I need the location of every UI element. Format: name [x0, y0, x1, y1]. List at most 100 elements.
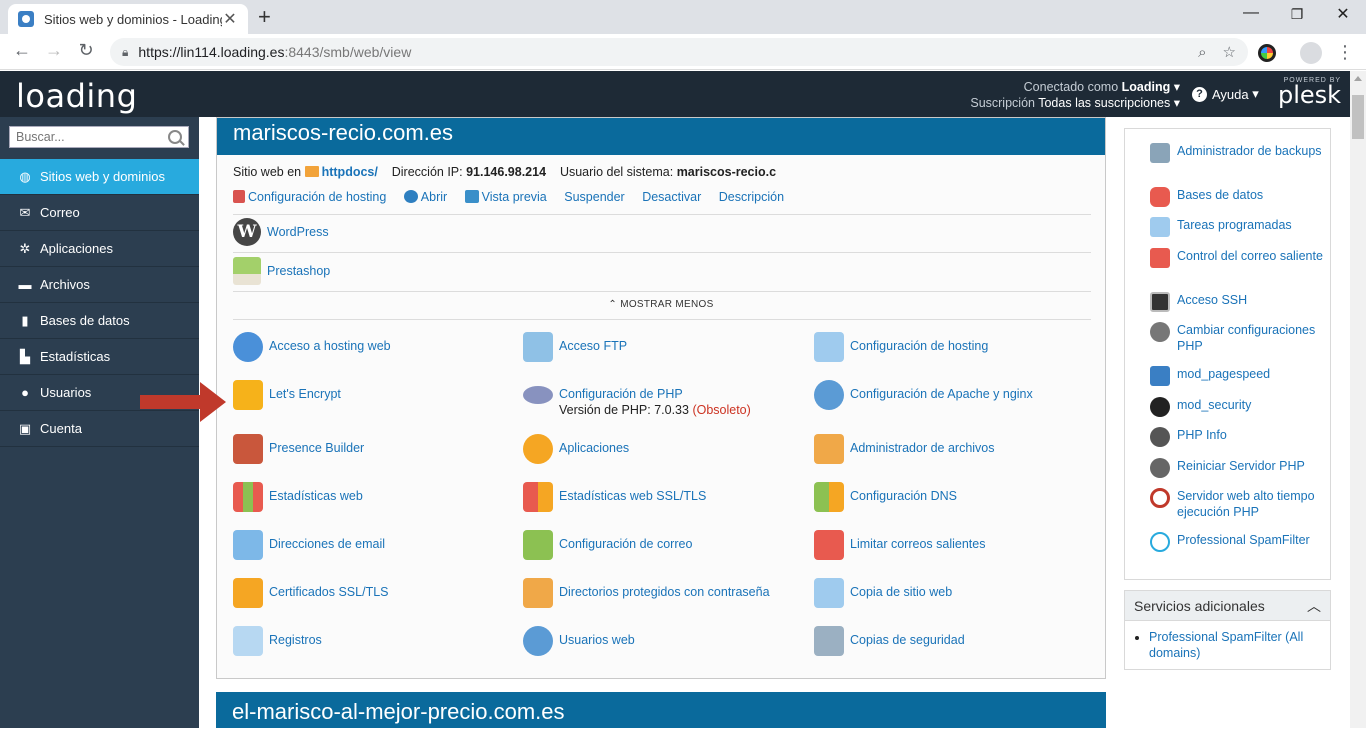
- tool-web-statistics-ssl[interactable]: Estadísticas web SSL/TLS: [523, 482, 706, 512]
- description-link[interactable]: Descripción: [719, 190, 784, 204]
- tool-lets-encrypt[interactable]: Let's Encrypt: [233, 380, 341, 410]
- plesk-logo: POWERED BY plesk: [1278, 77, 1342, 109]
- extension-icon[interactable]: [1258, 44, 1276, 62]
- subscription-menu[interactable]: Todas las suscripciones ▾: [1038, 96, 1180, 110]
- url-text: https://lin114.loading.es:8443/smb/web/v…: [138, 44, 412, 60]
- deactivate-link[interactable]: Desactivar: [642, 190, 701, 204]
- browser-tab[interactable]: Sitios web y dominios - Loading ✕: [8, 4, 248, 34]
- url-bar[interactable]: 🔒︎ https://lin114.loading.es:8443/smb/we…: [110, 38, 1248, 66]
- right-item-outgoing-mail-control[interactable]: Control del correo saliente: [1150, 248, 1330, 268]
- user-icon: ●: [21, 384, 29, 400]
- app-wordpress[interactable]: W WordPress: [233, 218, 329, 246]
- tool-web-hosting-access[interactable]: Acceso a hosting web: [233, 332, 391, 362]
- httpdocs-link[interactable]: httpdocs/: [322, 165, 378, 179]
- maximize-icon[interactable]: ❐: [1274, 6, 1320, 23]
- sidebar-item-mail[interactable]: ✉ Correo: [0, 195, 199, 231]
- limit-outgoing-mail-icon: [814, 530, 844, 560]
- zoom-icon[interactable]: ⌕: [1198, 44, 1206, 61]
- sidebar-search[interactable]: [9, 126, 189, 148]
- logs-icon: [233, 626, 263, 656]
- back-icon[interactable]: ←: [10, 40, 34, 61]
- backups-icon: [814, 626, 844, 656]
- hosting-settings-link[interactable]: Configuración de hosting: [233, 190, 386, 204]
- right-item-databases[interactable]: Bases de datos: [1150, 187, 1330, 207]
- tool-email-addresses[interactable]: Direcciones de email: [233, 530, 385, 560]
- right-item-php-timeout[interactable]: Servidor web alto tiempo ejecución PHP: [1150, 488, 1330, 520]
- sidebar-item-applications[interactable]: ✲ Aplicaciones: [0, 231, 199, 267]
- address-toolbar: ← → ↻ 🔒︎ https://lin114.loading.es:8443/…: [0, 34, 1366, 70]
- divider: [233, 291, 1091, 292]
- right-item-scheduled-tasks[interactable]: Tareas programadas: [1150, 217, 1330, 237]
- domain-title-2[interactable]: el-marisco-al-mejor-precio.com.es: [216, 692, 1106, 728]
- profile-avatar[interactable]: [1300, 42, 1322, 64]
- tool-ssl-certificates[interactable]: Certificados SSL/TLS: [233, 578, 389, 608]
- preview-link[interactable]: Vista previa: [464, 190, 547, 204]
- new-tab-icon[interactable]: +: [258, 6, 271, 28]
- tool-applications[interactable]: Aplicaciones: [523, 434, 629, 464]
- tool-web-statistics[interactable]: Estadísticas web: [233, 482, 363, 512]
- tool-hosting-settings[interactable]: Configuración de hosting: [814, 332, 988, 362]
- open-link[interactable]: Abrir: [403, 190, 447, 204]
- email-addresses-icon: [233, 530, 263, 560]
- tool-mail-settings[interactable]: Configuración de correo: [523, 530, 692, 560]
- forward-icon[interactable]: →: [42, 40, 66, 61]
- scroll-up-icon[interactable]: [1354, 76, 1362, 81]
- tool-dns-settings[interactable]: Configuración DNS: [814, 482, 957, 512]
- additional-services-header[interactable]: Servicios adicionales ︿: [1125, 591, 1330, 621]
- right-item-backup-manager[interactable]: Administrador de backups: [1150, 143, 1330, 163]
- tool-ftp-access[interactable]: Acceso FTP: [523, 332, 627, 362]
- chevron-up-icon[interactable]: ︿: [1307, 591, 1321, 620]
- tool-web-users[interactable]: Usuarios web: [523, 626, 635, 656]
- close-window-icon[interactable]: ✕: [1320, 4, 1366, 24]
- search-input[interactable]: [16, 130, 168, 144]
- sidebar-item-files[interactable]: ▬ Archivos: [0, 267, 199, 303]
- page-scrollbar[interactable]: [1350, 71, 1366, 728]
- website-copy-icon: [814, 578, 844, 608]
- minimize-icon[interactable]: —: [1228, 4, 1274, 22]
- right-item-mod-security[interactable]: mod_security: [1150, 397, 1330, 417]
- search-icon[interactable]: [168, 130, 182, 144]
- site-favicon-icon: [18, 11, 34, 27]
- domain-info: Sitio web en httpdocs/ Dirección IP: 91.…: [233, 165, 777, 179]
- right-item-ssh-access[interactable]: Acceso SSH: [1150, 292, 1330, 312]
- tool-presence-builder[interactable]: Presence Builder: [233, 434, 364, 464]
- domain-title[interactable]: mariscos-recio.com.es: [217, 118, 1105, 155]
- right-item-spamfilter[interactable]: Professional SpamFilter: [1150, 532, 1330, 552]
- tool-protected-directories[interactable]: Directorios protegidos con contraseña: [523, 578, 770, 608]
- spamfilter-all-domains-link[interactable]: Professional SpamFilter (All domains): [1149, 630, 1303, 660]
- tool-logs[interactable]: Registros: [233, 626, 322, 656]
- tool-limit-outgoing-mail[interactable]: Limitar correos salientes: [814, 530, 985, 560]
- suspend-link[interactable]: Suspender: [564, 190, 624, 204]
- gear-icon: ✲: [19, 240, 31, 256]
- red-arrow-annotation: [140, 382, 226, 422]
- tool-file-manager[interactable]: Administrador de archivos: [814, 434, 995, 464]
- divider: [233, 252, 1091, 253]
- divider: [233, 319, 1091, 320]
- bookmark-star-icon[interactable]: ☆: [1223, 43, 1236, 61]
- sidebar-item-databases[interactable]: ▮ Bases de datos: [0, 303, 199, 339]
- connected-user-menu[interactable]: Loading ▾: [1122, 80, 1180, 94]
- right-item-change-php-settings[interactable]: Cambiar configuraciones PHP: [1150, 322, 1330, 354]
- browser-tab-bar: Sitios web y dominios - Loading ✕ + — ❐ …: [0, 0, 1366, 34]
- help-menu[interactable]: ? Ayuda ▾: [1192, 86, 1259, 102]
- protected-directories-icon: [523, 578, 553, 608]
- browser-menu-icon[interactable]: ⋮: [1336, 42, 1354, 63]
- right-item-restart-php[interactable]: Reiniciar Servidor PHP: [1150, 458, 1330, 478]
- right-item-mod-pagespeed[interactable]: mod_pagespeed: [1150, 366, 1330, 386]
- help-icon: ?: [1192, 86, 1207, 102]
- reload-icon[interactable]: ↻: [74, 40, 98, 61]
- show-less-toggle[interactable]: ⌃ MOSTRAR MENOS: [217, 299, 1105, 310]
- ftp-icon: [523, 332, 553, 362]
- tool-php-settings[interactable]: Configuración de PHP Versión de PHP: 7.0.…: [523, 380, 751, 418]
- applications-gear-icon: [523, 434, 553, 464]
- web-users-icon: [523, 626, 553, 656]
- sidebar-item-websites[interactable]: ◍ Sitios web y dominios: [0, 159, 199, 195]
- right-item-php-info[interactable]: PHP Info: [1150, 427, 1330, 447]
- scroll-thumb[interactable]: [1352, 95, 1364, 139]
- tool-apache-nginx[interactable]: Configuración de Apache y nginx: [814, 380, 1033, 410]
- close-tab-icon[interactable]: ✕: [222, 9, 238, 29]
- sidebar-item-statistics[interactable]: ▙ Estadísticas: [0, 339, 199, 375]
- app-prestashop[interactable]: Prestashop: [233, 257, 330, 285]
- tool-website-copy[interactable]: Copia de sitio web: [814, 578, 952, 608]
- tool-backups[interactable]: Copias de seguridad: [814, 626, 965, 656]
